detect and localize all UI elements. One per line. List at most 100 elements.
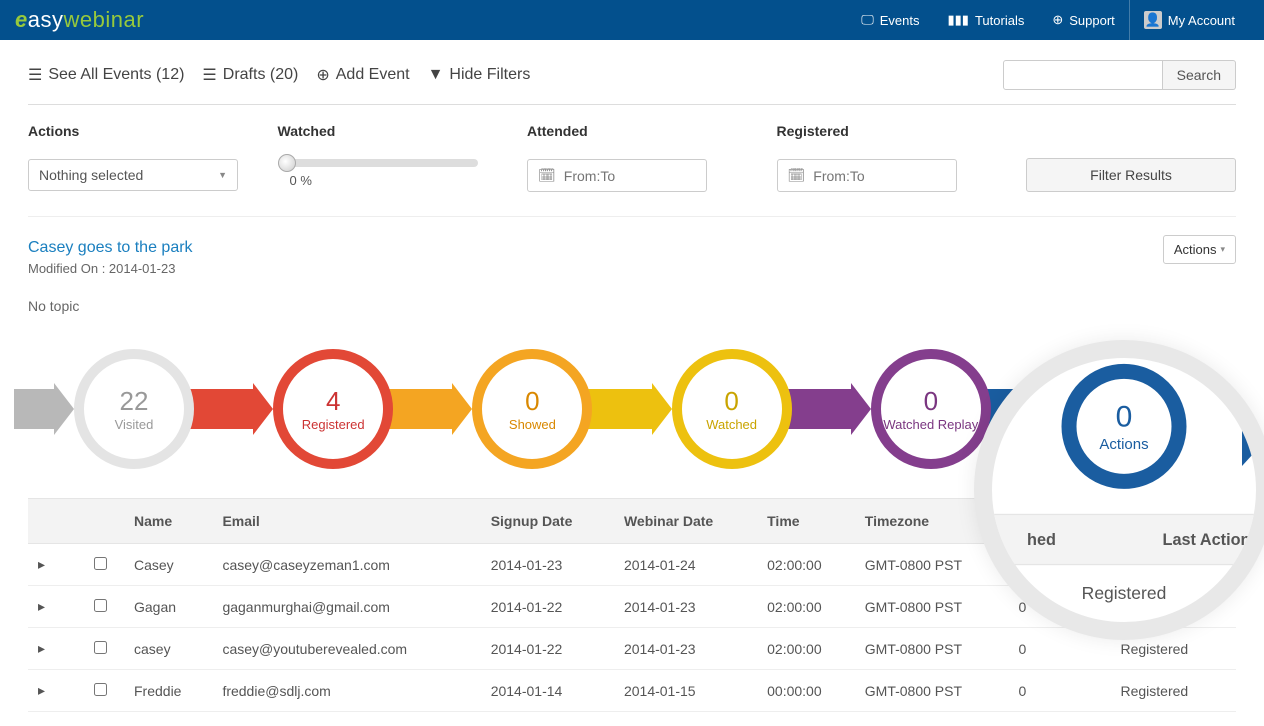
funnel-visited-lbl: Visited [115, 417, 154, 432]
cell-webinar: 2014-01-24 [614, 544, 757, 586]
magnifier-col1: hed [974, 530, 1124, 549]
row-checkbox[interactable] [94, 557, 107, 570]
magnifier-num: 0 [1116, 400, 1133, 435]
drafts-link[interactable]: ☰ Drafts (20) [202, 65, 298, 85]
row-checkbox[interactable] [94, 683, 107, 696]
watched-value: 0 % [278, 173, 496, 188]
th-checkbox [76, 499, 124, 544]
cell-name: Casey [124, 544, 212, 586]
th-email[interactable]: Email [212, 499, 480, 544]
registered-input-field[interactable] [813, 168, 945, 184]
cell-watched: 0 [1008, 670, 1110, 712]
filter-attended-label: Attended [527, 123, 745, 139]
registered-date-input[interactable]: 🗓 [777, 159, 957, 192]
cell-email: freddie@sdlj.com [212, 670, 480, 712]
magnifier-lbl: Actions [1099, 435, 1148, 453]
attended-date-input[interactable]: 🗓 [527, 159, 707, 192]
cell-tz: GMT-0800 PST [855, 628, 1009, 670]
list-icon: ☰ [202, 65, 216, 85]
funnel-registered[interactable]: 4 Registered [273, 349, 393, 469]
filter-results-button[interactable]: Filter Results [1026, 158, 1236, 192]
event-title[interactable]: Casey goes to the park [28, 239, 1236, 257]
see-all-events-link[interactable]: ☰ See All Events (12) [28, 65, 184, 85]
row-checkbox-cell [76, 628, 124, 670]
expand-caret[interactable]: ▸ [28, 544, 76, 586]
cell-last: Registered [1110, 670, 1236, 712]
caret-down-icon: ▾ [1220, 244, 1225, 255]
logo-asy: asy [28, 7, 64, 32]
th-name[interactable]: Name [124, 499, 212, 544]
th-time[interactable]: Time [757, 499, 855, 544]
top-navbar: easywebinar 🖵 Events ▮▮▮ Tutorials ⊕ Sup… [0, 0, 1264, 40]
toolbar: ☰ See All Events (12) ☰ Drafts (20) ⊕ Ad… [28, 54, 1236, 105]
funnel-showed[interactable]: 0 Showed [472, 349, 592, 469]
add-event-link[interactable]: ⊕ Add Event [316, 65, 409, 85]
table-row: ▸caseycasey@youtuberevealed.com2014-01-2… [28, 628, 1236, 670]
funnel-visited[interactable]: 22 Visited [74, 349, 194, 469]
funnel-arrow [393, 389, 472, 429]
th-expand [28, 499, 76, 544]
funnel-showed-num: 0 [525, 386, 539, 417]
actions-select[interactable]: Nothing selected ▼ [28, 159, 238, 191]
nav-support-label: Support [1069, 13, 1115, 28]
actions-btn-label: Actions [1174, 242, 1217, 257]
nav-tutorials[interactable]: ▮▮▮ Tutorials [934, 0, 1039, 40]
search-button[interactable]: Search [1163, 60, 1236, 90]
cell-email: casey@youtuberevealed.com [212, 628, 480, 670]
globe-icon: ⊕ [1052, 12, 1063, 28]
magnifier-value: Registered [974, 565, 1264, 620]
brand-logo: easywebinar [15, 7, 144, 33]
cell-time: 02:00:00 [757, 544, 855, 586]
funnel-visited-num: 22 [120, 386, 149, 417]
funnel-watched-num: 0 [724, 386, 738, 417]
watched-slider[interactable] [278, 159, 478, 167]
event-header: Casey goes to the park Modified On : 201… [28, 217, 1236, 314]
filter-icon: ▼ [428, 66, 444, 84]
attended-input-field[interactable] [564, 168, 696, 184]
th-webinar[interactable]: Webinar Date [614, 499, 757, 544]
actions-selected-text: Nothing selected [39, 167, 143, 183]
nav-account[interactable]: 👤 My Account [1130, 0, 1249, 40]
funnel-registered-num: 4 [326, 386, 340, 417]
row-checkbox[interactable] [94, 599, 107, 612]
calendar-icon: 🗓 [788, 167, 806, 184]
magnifier-overlay: 0 Actions hed Last Action Registered [974, 340, 1264, 640]
expand-caret[interactable]: ▸ [28, 628, 76, 670]
cell-email: casey@caseyzeman1.com [212, 544, 480, 586]
table-row: ▸ Freddiefreddie@sdlj.com2014-01-142014-0… [28, 670, 1236, 712]
cell-signup: 2014-01-23 [481, 544, 614, 586]
funnel-watched[interactable]: 0 Watched [672, 349, 792, 469]
list-icon: ☰ [28, 65, 42, 85]
expand-caret[interactable]: ▸ [28, 670, 76, 712]
th-signup[interactable]: Signup Date [481, 499, 614, 544]
event-actions-button[interactable]: Actions ▾ [1163, 235, 1236, 264]
search-input[interactable] [1003, 60, 1163, 90]
nav-events[interactable]: 🖵 Events [847, 0, 933, 40]
nav-tutorials-label: Tutorials [975, 13, 1024, 28]
cell-name: Gagan [124, 586, 212, 628]
magnifier-col2: Last Action [1124, 530, 1264, 549]
filter-actions-label: Actions [28, 123, 246, 139]
cell-time: 00:00:00 [757, 670, 855, 712]
chevron-down-icon: ▼ [218, 170, 227, 180]
hide-filters-link[interactable]: ▼ Hide Filters [428, 66, 531, 84]
filter-watched-label: Watched [278, 123, 496, 139]
filter-actions: Actions Nothing selected ▼ [28, 123, 246, 192]
cell-webinar: 2014-01-23 [614, 628, 757, 670]
cell-webinar: 2014-01-15 [614, 670, 757, 712]
funnel-replay[interactable]: 0 Watched Replay [871, 349, 991, 469]
logo-e: e [15, 7, 28, 32]
row-checkbox[interactable] [94, 641, 107, 654]
funnel-arrow [34, 389, 74, 429]
cell-name: Freddie [124, 670, 212, 712]
bars-icon: ▮▮▮ [948, 12, 969, 28]
expand-caret[interactable]: ▸ [28, 586, 76, 628]
cell-signup: 2014-01-14 [481, 670, 614, 712]
cell-email: gaganmurghai@gmail.com [212, 586, 480, 628]
slider-thumb[interactable] [278, 154, 296, 172]
cell-signup: 2014-01-22 [481, 628, 614, 670]
search-box: Search [1003, 60, 1236, 90]
cell-webinar: 2014-01-23 [614, 586, 757, 628]
funnel-registered-lbl: Registered [302, 417, 365, 432]
nav-support[interactable]: ⊕ Support [1038, 0, 1128, 40]
